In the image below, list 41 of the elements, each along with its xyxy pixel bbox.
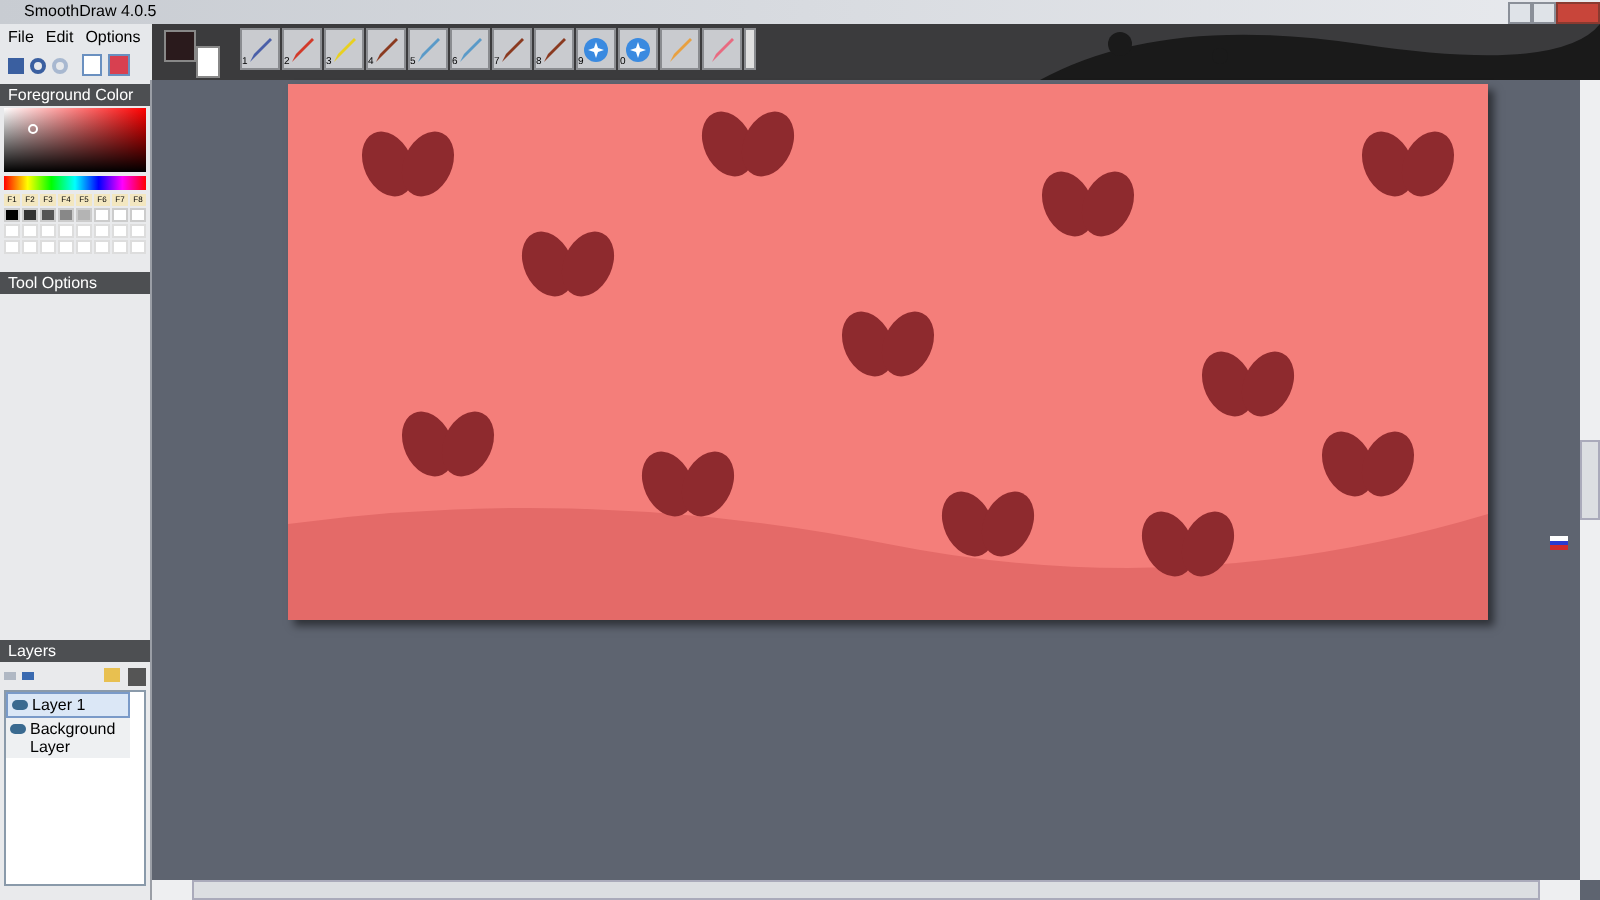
foreground-color-swatch[interactable] — [164, 30, 196, 62]
color-swatch[interactable] — [4, 208, 20, 222]
brush-icon — [456, 35, 484, 63]
color-swatch[interactable] — [112, 208, 128, 222]
maximize-button[interactable] — [1532, 1, 1556, 23]
brush-icon — [540, 35, 568, 63]
panel-header[interactable]: Foreground Color — [0, 84, 150, 106]
minimize-button[interactable] — [1508, 1, 1532, 23]
brush-icon — [372, 35, 400, 63]
menu-item[interactable]: Edit — [45, 25, 74, 49]
vertical-scrollbar[interactable] — [1580, 80, 1600, 880]
color-swatch[interactable] — [94, 208, 110, 222]
brush-icon — [666, 35, 694, 63]
layer-item[interactable]: Layer 1 — [6, 692, 130, 718]
color-swatch[interactable] — [58, 208, 74, 222]
panel-header[interactable]: Layers — [0, 640, 150, 662]
menu-item[interactable]: Options — [85, 25, 141, 49]
color-picker[interactable] — [4, 108, 146, 172]
brush-icon — [330, 35, 358, 63]
window-title: SmoothDraw 4.0.5 — [24, 2, 157, 22]
eraser-icon — [708, 35, 736, 63]
color-swatch[interactable] — [76, 208, 92, 222]
close-button[interactable] — [1556, 1, 1600, 23]
brush-icon — [498, 35, 526, 63]
color-swatch[interactable] — [40, 208, 56, 222]
brush-icon — [414, 35, 442, 63]
hue-spectrum — [4, 176, 146, 190]
brush-icon — [246, 35, 274, 63]
color-swatch[interactable] — [22, 208, 38, 222]
menu-item[interactable]: File — [8, 25, 34, 49]
brush-icon — [288, 35, 316, 63]
star-icon — [582, 35, 610, 63]
tool-button[interactable] — [702, 28, 742, 70]
flag-icon — [1550, 536, 1568, 550]
background-color-swatch[interactable] — [196, 46, 220, 78]
color-swatch[interactable] — [130, 208, 146, 222]
layer-item[interactable]: Background Layer — [6, 718, 130, 758]
horizontal-scrollbar[interactable] — [152, 880, 1580, 900]
tool-button[interactable] — [660, 28, 700, 70]
panel-header[interactable]: Tool Options — [0, 272, 150, 294]
dropdown-button[interactable] — [744, 28, 756, 70]
